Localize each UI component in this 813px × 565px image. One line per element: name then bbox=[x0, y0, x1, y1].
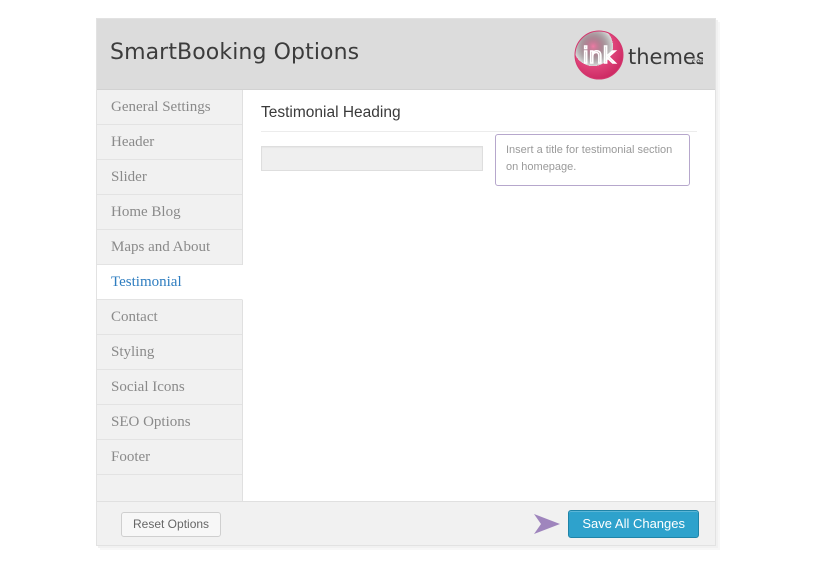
sidebar-item-label: Styling bbox=[111, 344, 155, 360]
sidebar-item-label: Slider bbox=[111, 169, 147, 185]
svg-text:ink: ink bbox=[583, 44, 616, 69]
sidebar-nav: General Settings Header Slider Home Blog… bbox=[97, 90, 243, 501]
panel-footer: Reset Options Save All Changes bbox=[97, 501, 715, 545]
testimonial-heading-input[interactable] bbox=[261, 146, 483, 171]
sidebar-item-label: Home Blog bbox=[111, 204, 181, 220]
field-row: Insert a title for testimonial section o… bbox=[261, 134, 697, 208]
sidebar-item-testimonial[interactable]: Testimonial bbox=[97, 265, 243, 300]
sidebar-item-contact[interactable]: Contact bbox=[97, 300, 242, 335]
sidebar-item-label: SEO Options bbox=[111, 414, 191, 430]
sidebar-item-seo-options[interactable]: SEO Options bbox=[97, 405, 242, 440]
save-group: Save All Changes bbox=[532, 510, 699, 538]
panel-header: SmartBooking Options ink themes .co bbox=[97, 19, 715, 90]
sidebar-item-label: Testimonial bbox=[111, 274, 182, 290]
sidebar-item-label: Maps and About bbox=[111, 239, 211, 255]
field-hint-tooltip: Insert a title for testimonial section o… bbox=[495, 134, 690, 186]
sidebar-item-maps-and-about[interactable]: Maps and About bbox=[97, 230, 242, 265]
options-panel: SmartBooking Options ink themes .co Gene… bbox=[96, 18, 716, 546]
sidebar-item-slider[interactable]: Slider bbox=[97, 160, 242, 195]
page-root: SmartBooking Options ink themes .co Gene… bbox=[0, 0, 813, 565]
page-title: SmartBooking Options bbox=[110, 40, 360, 65]
sidebar-item-label: Header bbox=[111, 134, 155, 150]
content-area: Testimonial Heading Insert a title for t… bbox=[243, 90, 715, 501]
reset-options-button[interactable]: Reset Options bbox=[121, 512, 222, 537]
inkthemes-logo: ink themes .com bbox=[571, 27, 703, 83]
sidebar-item-styling[interactable]: Styling bbox=[97, 335, 242, 370]
sidebar-item-footer[interactable]: Footer bbox=[97, 440, 242, 475]
sidebar-item-label: General Settings bbox=[111, 99, 211, 115]
sidebar-item-home-blog[interactable]: Home Blog bbox=[97, 195, 242, 230]
save-all-changes-button[interactable]: Save All Changes bbox=[568, 510, 699, 538]
sidebar-item-general-settings[interactable]: General Settings bbox=[97, 90, 242, 125]
sidebar-item-label: Social Icons bbox=[111, 379, 185, 395]
svg-text:.com: .com bbox=[689, 57, 703, 66]
panel-body: General Settings Header Slider Home Blog… bbox=[97, 90, 715, 501]
section-title: Testimonial Heading bbox=[261, 104, 401, 121]
sidebar-item-label: Footer bbox=[111, 449, 151, 465]
section-divider bbox=[261, 131, 697, 132]
sidebar-item-social-icons[interactable]: Social Icons bbox=[97, 370, 242, 405]
sidebar-item-header[interactable]: Header bbox=[97, 125, 242, 160]
arrow-right-icon bbox=[532, 511, 562, 537]
sidebar-item-label: Contact bbox=[111, 309, 158, 325]
